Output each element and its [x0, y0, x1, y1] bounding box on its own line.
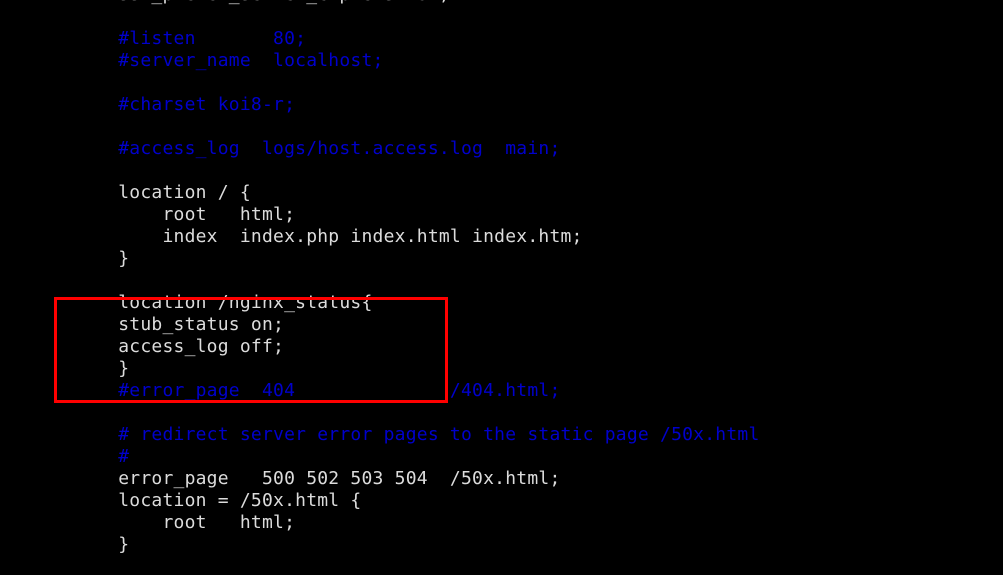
code-line: error_page 500 502 503 504 /50x.html; — [74, 468, 561, 489]
code-line: #listen 80; — [74, 28, 307, 49]
code-line: index index.php index.html index.htm; — [74, 226, 583, 247]
code-line: location /nginx_status{ — [74, 292, 373, 313]
code-line: root html; — [74, 204, 296, 225]
code-line: # redirect server error pages to the sta… — [74, 424, 760, 445]
terminal-window[interactable]: ssl_prefer_server_ciphers on; #listen 80… — [0, 0, 1003, 575]
code-line: root html; — [74, 512, 296, 533]
code-line: } — [74, 248, 130, 269]
code-line: #access_log logs/host.access.log main; — [74, 138, 561, 159]
code-line: } — [74, 534, 130, 555]
code-line: } — [74, 358, 130, 379]
code-line: #error_page 404 /404.html; — [74, 380, 561, 401]
code-line: access_log off; — [74, 336, 285, 357]
code-listing[interactable]: ssl_prefer_server_ciphers on; #listen 80… — [74, 0, 760, 556]
code-line: # — [74, 446, 130, 467]
code-line: #charset koi8-r; — [74, 94, 296, 115]
code-line: #server_name localhost; — [74, 50, 384, 71]
code-line: stub_status on; — [74, 314, 285, 335]
code-line: location / { — [74, 182, 251, 203]
code-line: location = /50x.html { — [74, 490, 362, 511]
